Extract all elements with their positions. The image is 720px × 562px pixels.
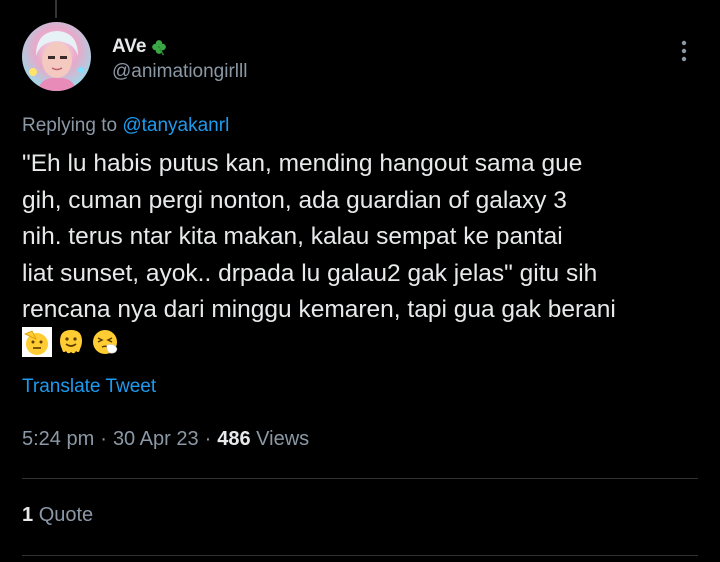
quote-stat[interactable]: 1 Quote — [22, 504, 93, 527]
author-handle[interactable]: @animationgirlll — [112, 61, 247, 83]
views-count: 486 — [217, 428, 251, 450]
tweet-text: "Eh lu habis putus kan, mending hangout … — [22, 150, 616, 323]
avatar[interactable] — [22, 22, 91, 91]
divider — [22, 478, 698, 479]
translate-tweet-link[interactable]: Translate Tweet — [22, 376, 156, 398]
replying-to: Replying to @tanyakanrl — [22, 115, 229, 137]
saluting-face-icon — [22, 327, 52, 357]
tweet-date[interactable]: 30 Apr 23 — [113, 428, 199, 451]
quote-label: Quote — [38, 504, 94, 526]
divider — [22, 555, 698, 556]
avatar-image — [29, 31, 84, 91]
tweet-time[interactable]: 5:24 pm — [22, 428, 94, 451]
tweet-meta: 5:24 pm · 30 Apr 23 · 486 Views — [22, 428, 309, 451]
sneezing-face-icon — [93, 330, 118, 354]
author-display-name[interactable]: AVe — [112, 36, 168, 58]
tweet-emojis — [22, 327, 120, 357]
views-label: Views — [256, 428, 310, 450]
melting-face-icon — [60, 330, 82, 354]
meta-separator: · — [204, 428, 212, 450]
clover-icon — [151, 40, 166, 56]
author-name-text: AVe — [112, 36, 147, 57]
quote-count: 1 — [22, 504, 34, 526]
views-stat[interactable]: 486 Views — [217, 428, 309, 451]
reply-mention-link[interactable]: @tanyakanrl — [122, 115, 229, 136]
meta-separator: · — [100, 428, 107, 450]
thread-connector-line — [55, 0, 57, 18]
replying-prefix: Replying to — [22, 115, 123, 136]
more-options-icon[interactable] — [676, 38, 692, 64]
